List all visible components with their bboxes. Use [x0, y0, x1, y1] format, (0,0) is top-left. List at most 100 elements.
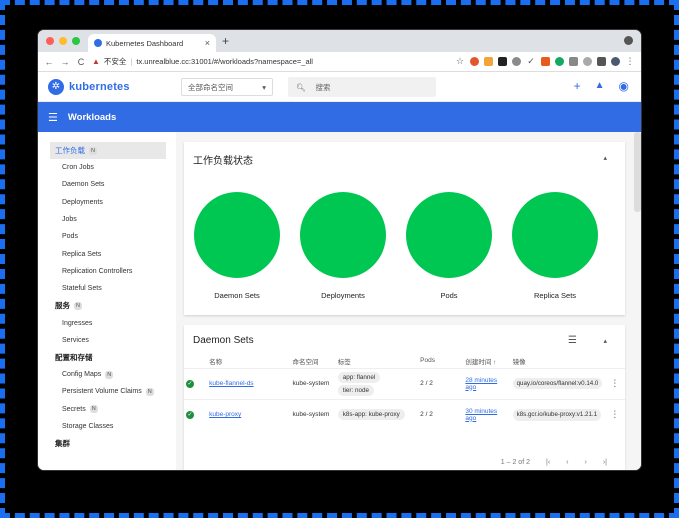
content-area: 工作负载 N Cron Jobs Daemon Sets Deployments… — [38, 132, 641, 470]
row-actions-menu-icon[interactable]: ⋮ — [604, 398, 625, 430]
sidebar-item-pods[interactable]: Pods — [38, 228, 176, 245]
header-namespace[interactable]: 命名空间 — [291, 354, 336, 368]
status-item-daemon-sets[interactable]: Daemon Sets — [184, 192, 290, 300]
labels-cell: k8s-app: kube-proxy — [335, 398, 419, 430]
sidebar-section-config-storage[interactable]: 配置和存储 — [38, 349, 176, 366]
sidebar-item-config-maps[interactable]: Config Maps N — [38, 366, 176, 383]
prev-page-icon[interactable]: ‹ — [566, 459, 568, 466]
tab-close-icon[interactable]: × — [205, 38, 210, 48]
sidebar-item-persistent-volume-claims[interactable]: Persistent Volume Claims N — [38, 383, 176, 400]
extension-icon[interactable] — [484, 57, 493, 66]
back-arrow-icon[interactable]: ← — [44, 57, 54, 67]
collapse-chevron-icon[interactable]: ▴ — [603, 337, 607, 345]
status-item-replica-sets[interactable]: Replica Sets — [502, 192, 608, 300]
close-window-button[interactable] — [46, 37, 54, 45]
tab-search-icon[interactable] — [624, 36, 633, 45]
status-pie — [512, 192, 598, 278]
scrollbar[interactable] — [634, 132, 641, 212]
sidebar-item-cron-jobs[interactable]: Cron Jobs — [38, 159, 176, 176]
daemon-sets-card: Daemon Sets ☰ ▴ 名称 命名空间 标签 Pods 创建时间 ↑ 镜… — [184, 325, 625, 470]
extension-icon[interactable] — [555, 57, 564, 66]
first-page-icon[interactable]: |‹ — [546, 459, 550, 466]
image-chip: quay.io/coreos/flannel:v0.14.0 — [512, 377, 603, 390]
row-actions-menu-icon[interactable]: ⋮ — [604, 367, 625, 399]
namespace-select-value: 全部命名空间 — [188, 82, 233, 92]
namespace-cell: kube-system — [290, 398, 336, 430]
sidebar-item-ingresses[interactable]: Ingresses — [38, 314, 176, 331]
maximize-window-button[interactable] — [72, 37, 80, 45]
status-circles: Daemon Sets Deployments Pods Replica Set… — [184, 192, 625, 300]
created-time: 28 minutes ago — [465, 376, 498, 391]
namespaced-badge: N — [89, 146, 97, 155]
namespaced-badge: N — [105, 370, 114, 379]
table-row: ✓ kube-flannel-ds kube-system app: flann… — [184, 367, 625, 399]
sidebar-item-replication-controllers[interactable]: Replication Controllers — [38, 263, 176, 280]
puzzle-icon[interactable] — [597, 57, 606, 66]
checkmark-extension-icon[interactable]: ✓ — [526, 56, 536, 67]
sidebar-section-services[interactable]: 服务 N — [38, 297, 176, 314]
next-page-icon[interactable]: › — [585, 459, 587, 466]
extension-icon[interactable] — [498, 57, 507, 66]
browser-menu-icon[interactable]: ⋮ — [625, 56, 635, 67]
forward-arrow-icon[interactable]: → — [60, 57, 70, 67]
sidebar: 工作负载 N Cron Jobs Daemon Sets Deployments… — [38, 132, 176, 470]
page-title: Workloads — [67, 111, 117, 123]
namespace-select[interactable]: 全部命名空间 ▾ — [181, 78, 273, 96]
url-field[interactable]: ▲ 不安全 | tx.unrealblue.cc:31001/#/workloa… — [92, 56, 313, 67]
sidebar-item-replica-sets[interactable]: Replica Sets — [38, 245, 176, 262]
status-item-pods[interactable]: Pods — [396, 192, 502, 300]
extensions-bar: ☆ ✓ ⋮ — [455, 56, 635, 67]
filter-icon[interactable]: ☰ — [568, 335, 577, 346]
collapse-chevron-icon[interactable]: ▴ — [603, 154, 607, 162]
extension-icon[interactable] — [569, 57, 578, 66]
extension-icon[interactable] — [512, 57, 521, 66]
sidebar-section-cluster[interactable]: 集群 — [38, 435, 176, 452]
pods-cell: 2 / 2 — [418, 367, 464, 399]
notifications-bell-icon[interactable]: ▲ — [595, 79, 605, 93]
profile-avatar[interactable] — [611, 57, 620, 66]
extension-icon[interactable] — [583, 57, 592, 66]
namespaced-badge: N — [74, 301, 82, 310]
minimize-window-button[interactable] — [59, 37, 67, 45]
label-chip: tier: node — [337, 384, 375, 396]
kubernetes-logo-icon[interactable]: ✲ — [48, 78, 64, 95]
label-chip: k8s-app: kube-proxy — [337, 409, 405, 421]
header-name[interactable]: 名称 — [207, 354, 290, 368]
daemon-set-link[interactable]: kube-flannel-ds — [209, 380, 253, 387]
daemon-set-link[interactable]: kube-proxy — [209, 411, 241, 418]
status-label: Daemon Sets — [214, 291, 260, 300]
bookmark-star-icon[interactable]: ☆ — [455, 56, 465, 67]
page-toolbar: ☰ Workloads — [38, 102, 641, 132]
header-actions: + ▲ ◉ — [574, 79, 629, 93]
sidebar-item-stateful-sets[interactable]: Stateful Sets — [38, 280, 176, 297]
account-icon[interactable]: ◉ — [619, 79, 629, 93]
hamburger-menu-icon[interactable]: ☰ — [48, 111, 58, 124]
status-pie — [406, 192, 492, 278]
sidebar-item-label: Secrets — [62, 405, 86, 413]
create-resource-button[interactable]: + — [574, 79, 581, 93]
sidebar-item-services[interactable]: Services — [38, 332, 176, 349]
pagination: 1 – 2 of 2 |‹ ‹ › ›| — [501, 459, 607, 466]
reload-icon[interactable]: C — [76, 57, 86, 67]
new-tab-button[interactable]: + — [222, 34, 229, 48]
extension-icon[interactable] — [470, 57, 479, 66]
sidebar-section-workloads[interactable]: 工作负载 N — [50, 142, 166, 159]
sidebar-item-jobs[interactable]: Jobs — [38, 211, 176, 228]
insecure-label: 不安全 — [103, 57, 127, 66]
sidebar-item-deployments[interactable]: Deployments — [38, 194, 176, 211]
header-pods: Pods — [420, 357, 435, 365]
status-item-deployments[interactable]: Deployments — [290, 192, 396, 300]
browser-tab[interactable]: Kubernetes Dashboard × — [88, 34, 216, 52]
last-page-icon[interactable]: ›| — [603, 459, 607, 466]
sidebar-item-storage-classes[interactable]: Storage Classes — [38, 418, 176, 435]
search-input[interactable]: 🔍︎ 搜索 — [288, 77, 436, 97]
sidebar-item-secrets[interactable]: Secrets N — [38, 401, 176, 418]
brand-name[interactable]: kubernetes — [69, 81, 130, 93]
namespace-cell: kube-system — [290, 367, 336, 399]
header-created[interactable]: 创建时间 ↑ — [463, 354, 510, 368]
shield-extension-icon[interactable] — [541, 57, 550, 66]
sidebar-item-daemon-sets[interactable]: Daemon Sets — [38, 176, 176, 193]
main-panel: 工作负载状态 ▴ Daemon Sets Deployments Pods Re… — [176, 132, 641, 470]
status-label: Pods — [440, 291, 458, 300]
tab-title: Kubernetes Dashboard — [106, 38, 184, 48]
